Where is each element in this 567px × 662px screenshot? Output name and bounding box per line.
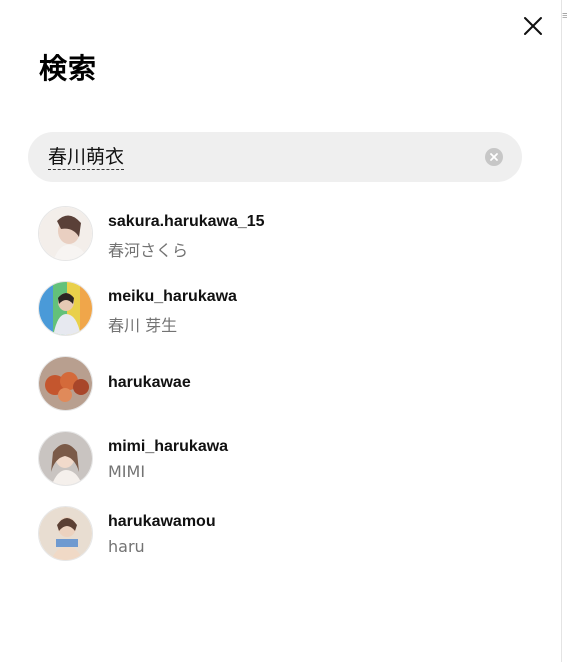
close-icon — [524, 17, 542, 35]
result-username: sakura.harukawa_15 — [108, 213, 265, 230]
clear-circle-icon — [490, 153, 498, 161]
search-query-text[interactable]: 春川萌衣 — [48, 146, 125, 170]
search-result-item[interactable]: harukawamou haru — [0, 495, 560, 570]
page-title: 検索 — [39, 52, 98, 85]
avatar — [38, 356, 93, 411]
result-fullname: haru — [108, 537, 145, 556]
clear-search-button[interactable] — [485, 148, 503, 166]
search-results-list: sakura.harukawa_15 春河さくら meiku_harukawa … — [0, 195, 560, 570]
result-username: harukawamou — [108, 513, 216, 530]
search-result-item[interactable]: sakura.harukawa_15 春河さくら — [0, 195, 560, 270]
close-button[interactable] — [519, 12, 547, 40]
result-fullname: MIMI — [108, 462, 146, 481]
result-username: mimi_harukawa — [108, 438, 229, 455]
result-username: meiku_harukawa — [108, 288, 237, 305]
search-result-item[interactable]: harukawae — [0, 345, 560, 420]
result-username: harukawae — [108, 374, 191, 391]
avatar — [38, 431, 93, 486]
avatar — [38, 506, 93, 561]
result-fullname: 春川 芽生 — [108, 316, 178, 335]
search-input[interactable]: 春川萌衣 — [28, 132, 522, 182]
search-result-item[interactable]: meiku_harukawa 春川 芽生 — [0, 270, 560, 345]
result-fullname: 春河さくら — [108, 241, 189, 260]
search-result-item[interactable]: mimi_harukawa MIMI — [0, 420, 560, 495]
edge-glyph: ≡ — [562, 10, 567, 22]
search-panel: 検索 春川萌衣 sakura.harukawa_15 春河さくら meiku_h… — [0, 0, 560, 662]
avatar — [38, 206, 93, 261]
panel-divider — [561, 0, 562, 662]
avatar — [38, 281, 93, 336]
